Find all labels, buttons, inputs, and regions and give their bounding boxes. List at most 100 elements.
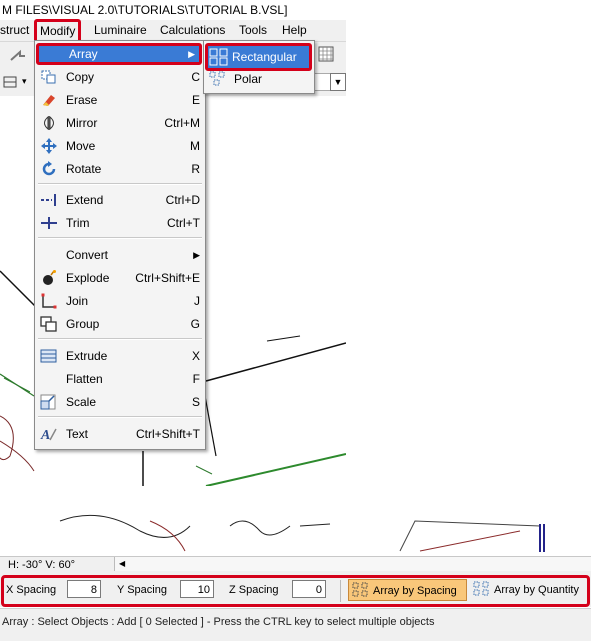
- drawing-canvas-lower[interactable]: [0, 486, 591, 556]
- menu-item-array-label: Array: [69, 47, 98, 61]
- menu-separator: [38, 338, 202, 340]
- menu-item-shortcut: J: [194, 294, 200, 308]
- menu-item-flatten[interactable]: Flatten F: [35, 368, 205, 390]
- menu-item-shortcut: M: [190, 139, 200, 153]
- menu-item-label: Move: [66, 139, 96, 153]
- submenu-item-label: Polar: [234, 72, 263, 86]
- menu-luminaire[interactable]: Luminaire: [94, 20, 147, 41]
- chevron-down-icon[interactable]: ▾: [22, 76, 27, 87]
- menu-separator: [38, 183, 202, 185]
- menu-item-shortcut: F: [192, 372, 200, 386]
- scale-icon: [40, 394, 58, 410]
- menu-item-shortcut: Ctrl+Shift+T: [135, 427, 200, 441]
- array-quantity-icon: [473, 581, 491, 605]
- menu-item-mirror[interactable]: Mirror Ctrl+M: [35, 112, 205, 134]
- eraser-icon: [40, 92, 58, 108]
- menu-item-extrude[interactable]: Extrude X: [35, 345, 205, 367]
- text-icon: A: [40, 426, 58, 442]
- rotate-icon: [40, 161, 58, 177]
- modify-menu: Array ▶ Copy C Erase E Mirror Ctrl+M Mov…: [34, 40, 206, 450]
- menu-item-shortcut: Ctrl+T: [167, 216, 200, 230]
- window-title: M FILES\VISUAL 2.0\TUTORIALS\TUTORIAL B.…: [0, 0, 348, 20]
- submenu-item-polar[interactable]: Polar: [208, 69, 312, 89]
- svg-text:A: A: [40, 428, 50, 442]
- menu-bar: struct Modify Luminaire Calculations Too…: [0, 19, 346, 43]
- menu-item-label: Text: [66, 427, 89, 441]
- menu-item-label: Mirror: [66, 116, 98, 130]
- menu-item-label: Explode: [66, 271, 110, 285]
- trim-icon: [40, 215, 58, 231]
- menu-item-scale[interactable]: Scale S: [35, 391, 205, 413]
- scroll-left-icon[interactable]: ◀: [119, 557, 125, 571]
- menu-item-group[interactable]: Group G: [35, 313, 205, 335]
- dropdown-arrow-icon[interactable]: ▼: [330, 73, 346, 91]
- y-spacing-label: Y Spacing: [117, 584, 167, 596]
- menu-item-shortcut: Ctrl+M: [164, 116, 200, 130]
- y-spacing-input[interactable]: 10: [180, 580, 214, 598]
- menu-help[interactable]: Help: [282, 20, 307, 41]
- menu-item-label: Erase: [66, 93, 98, 107]
- layer-icon[interactable]: [2, 74, 22, 90]
- toolbar-dropdown[interactable]: [313, 73, 330, 91]
- menu-item-label: Convert: [66, 248, 109, 262]
- array-by-spacing-button[interactable]: Array by Spacing: [348, 579, 467, 601]
- menu-tools[interactable]: Tools: [239, 20, 267, 41]
- move-icon: [40, 138, 58, 154]
- menu-item-label: Group: [66, 317, 100, 331]
- join-icon: [40, 293, 58, 309]
- group-icon: [40, 316, 58, 332]
- array-spacing-icon: [352, 582, 370, 606]
- chevron-right-icon: ▶: [188, 49, 195, 59]
- z-spacing-label: Z Spacing: [229, 584, 279, 596]
- horizontal-scrollbar[interactable]: ◀: [114, 557, 591, 571]
- menu-construct[interactable]: struct: [0, 20, 29, 41]
- menu-calculations[interactable]: Calculations: [160, 20, 225, 41]
- menu-item-rotate[interactable]: Rotate R: [35, 158, 205, 180]
- polar-array-icon: [208, 70, 228, 94]
- menu-separator: [38, 416, 202, 418]
- grid-icon[interactable]: [318, 46, 334, 62]
- submenu-item-label: Rectangular: [232, 50, 297, 64]
- menu-item-move[interactable]: Move M: [35, 135, 205, 157]
- menu-item-shortcut: Ctrl+Shift+E: [135, 271, 200, 285]
- menu-item-convert[interactable]: Convert ▶: [35, 244, 205, 266]
- menu-item-copy[interactable]: Copy C: [35, 66, 205, 88]
- copy-icon: [40, 69, 58, 85]
- chevron-right-icon: ▶: [193, 250, 200, 260]
- status-line: Array : Select Objects : Add [ 0 Selecte…: [0, 608, 591, 641]
- canvas-extension: [346, 0, 591, 486]
- menu-item-label: Trim: [66, 216, 90, 230]
- menu-item-array[interactable]: Array ▶: [36, 43, 202, 65]
- z-spacing-input[interactable]: 0: [292, 580, 326, 598]
- x-spacing-input[interactable]: 8: [67, 580, 101, 598]
- menu-item-shortcut: E: [191, 93, 200, 107]
- menu-item-label: Extrude: [66, 349, 108, 363]
- menu-item-label: Join: [66, 294, 89, 308]
- mirror-icon: [40, 115, 58, 131]
- array-by-spacing-label: Array by Spacing: [373, 585, 457, 597]
- menu-item-label: Scale: [66, 395, 97, 409]
- redo-icon[interactable]: [8, 48, 28, 64]
- menu-item-shortcut: Ctrl+D: [165, 193, 200, 207]
- menu-item-label: Extend: [66, 193, 104, 207]
- menu-item-explode[interactable]: Explode Ctrl+Shift+E: [35, 267, 205, 289]
- menu-item-shortcut: G: [190, 317, 200, 331]
- array-by-quantity-label: Array by Quantity: [494, 584, 579, 596]
- bomb-icon: [40, 270, 58, 286]
- menu-item-extend[interactable]: Extend Ctrl+D: [35, 189, 205, 211]
- menu-item-text[interactable]: A Text Ctrl+Shift+T: [35, 423, 205, 445]
- toolbar-divider: [340, 580, 341, 602]
- menu-item-trim[interactable]: Trim Ctrl+T: [35, 212, 205, 234]
- menu-item-label: Rotate: [66, 162, 102, 176]
- menu-item-shortcut: X: [191, 349, 200, 363]
- array-submenu: Rectangular Polar: [203, 40, 315, 94]
- menu-item-erase[interactable]: Erase E: [35, 89, 205, 111]
- menu-item-label: Flatten: [66, 372, 103, 386]
- extend-icon: [40, 192, 58, 208]
- menu-item-join[interactable]: Join J: [35, 290, 205, 312]
- array-by-quantity-button[interactable]: Array by Quantity: [470, 579, 584, 601]
- menu-item-shortcut: R: [191, 162, 200, 176]
- submenu-item-rectangular[interactable]: Rectangular: [205, 43, 312, 71]
- menu-item-shortcut: S: [191, 395, 200, 409]
- array-options-panel: X Spacing 8 Y Spacing 10 Z Spacing 0 Arr…: [1, 575, 590, 607]
